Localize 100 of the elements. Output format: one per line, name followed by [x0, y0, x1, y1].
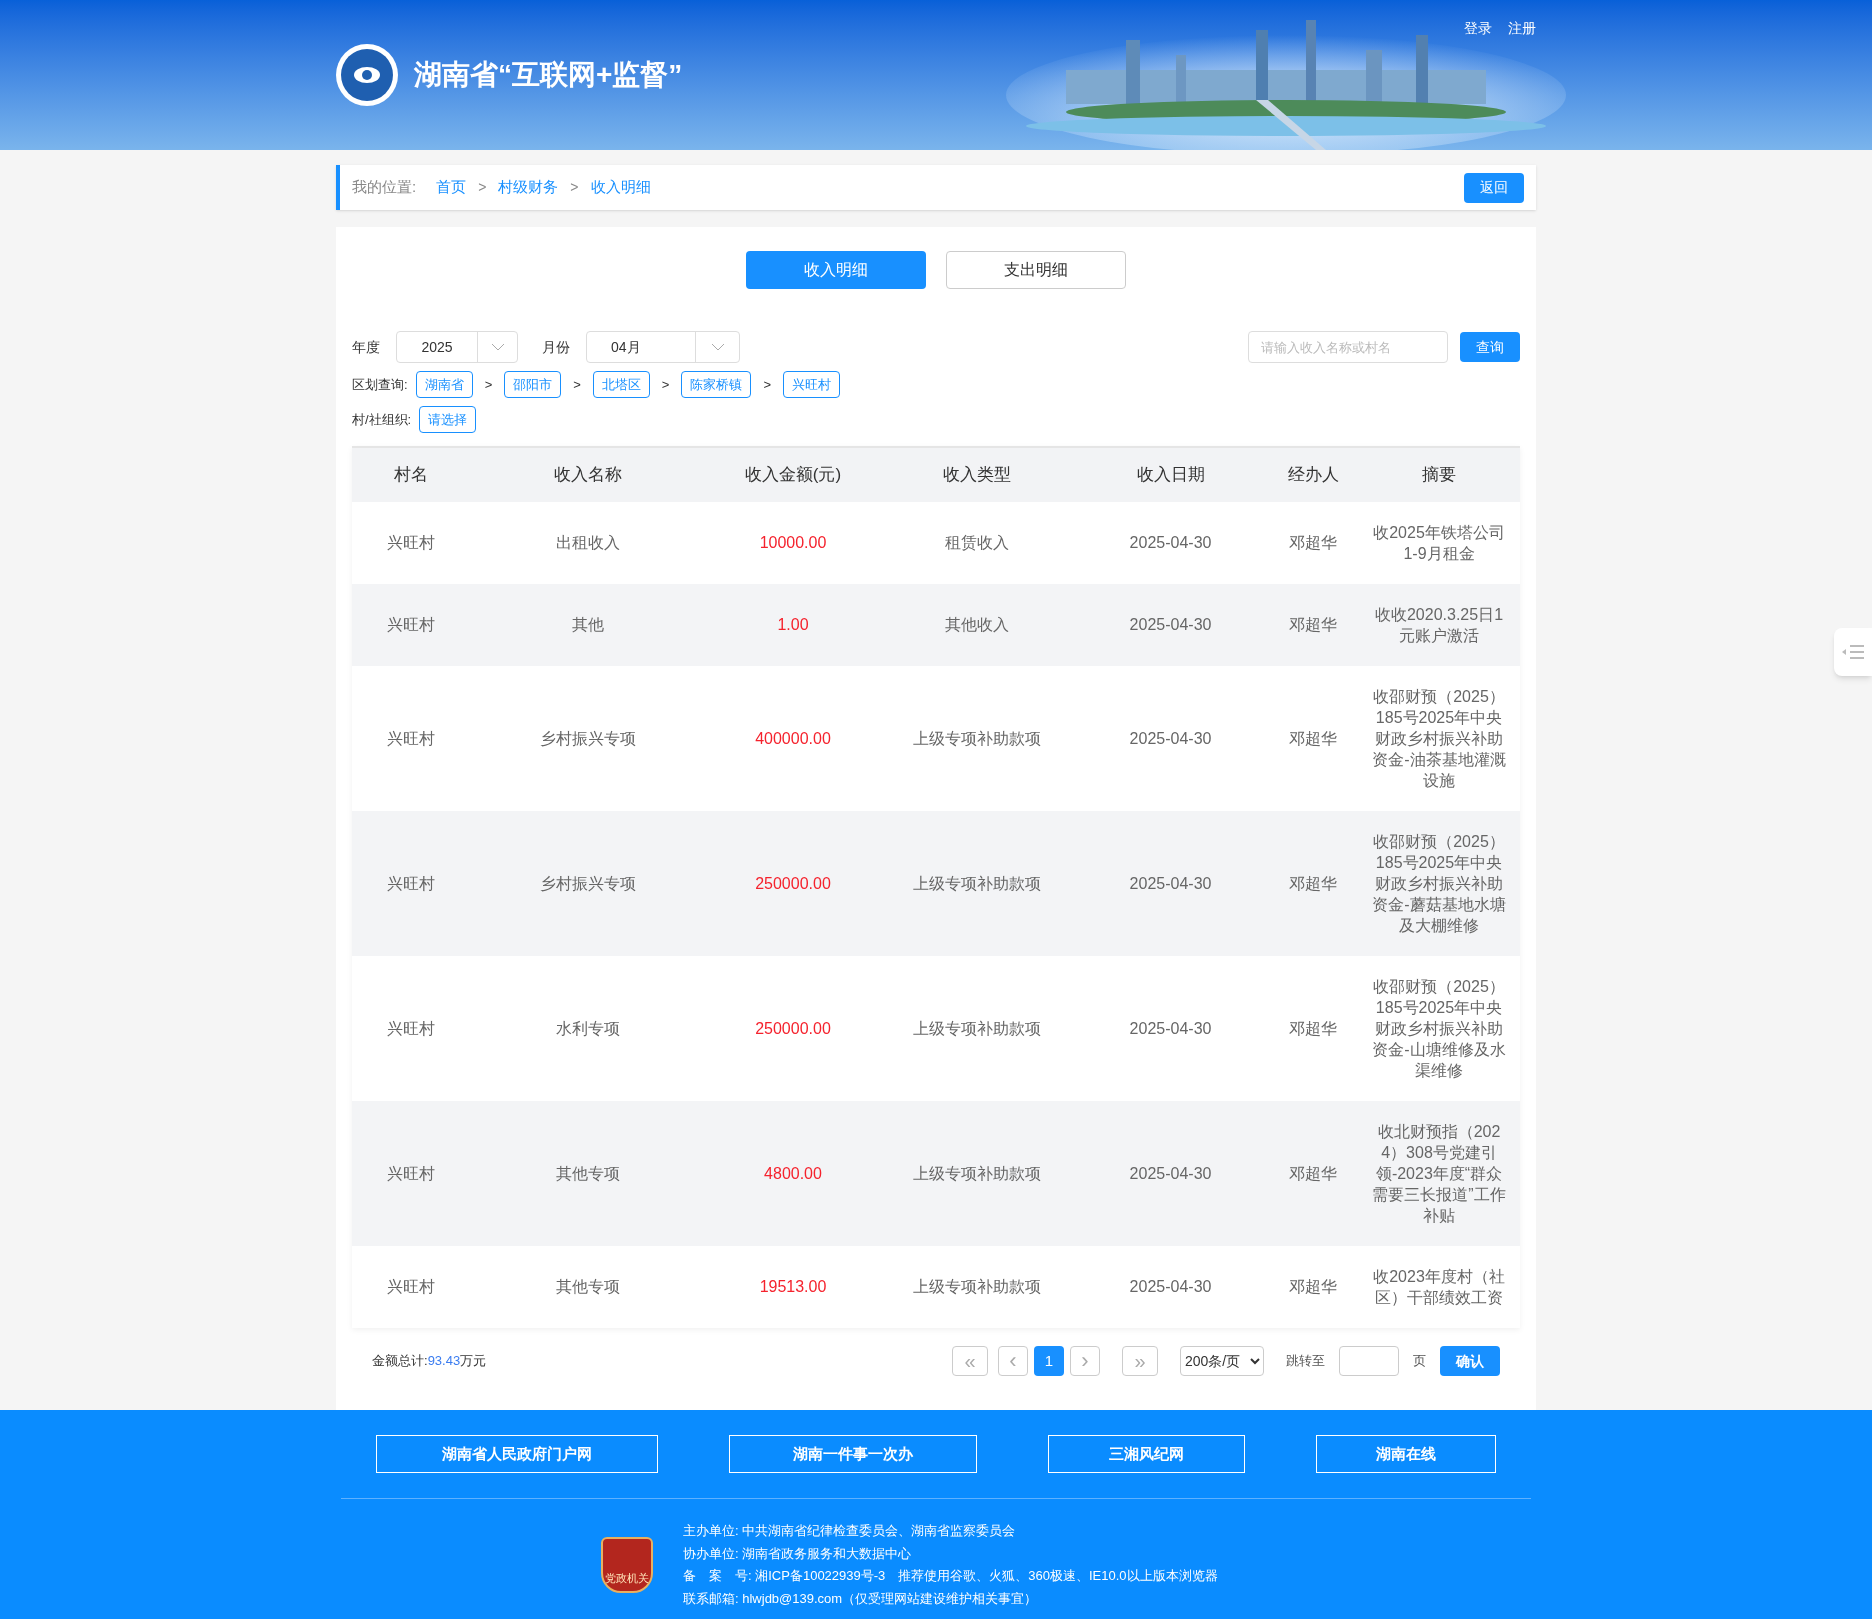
region-separator: > [484, 375, 493, 394]
table-cell-text: 收北财预指（2024）308号党建引领-2023年度“群众需要三长报道”工作补贴 [1371, 1122, 1507, 1226]
next-page-button[interactable]: › [1070, 1346, 1100, 1376]
table-cell-text: 4800.00 [763, 1163, 823, 1184]
breadcrumb-link[interactable]: 村级财务 [498, 176, 559, 199]
confirm-button[interactable]: 确认 [1440, 1346, 1500, 1376]
footer-info-line: 联系邮箱: hlwjdb@139.com（仅受理网站建设维护相关事宜） [683, 1589, 1039, 1608]
table-cell-text: 收邵财预（2025）185号2025年中央财政乡村振兴补助资金-蘑菇基地水塘及大棚维修 [1371, 832, 1507, 936]
chevron-down-icon [710, 343, 725, 351]
footer-link[interactable]: 三湘风纪网 [1047, 1435, 1245, 1473]
party-badge: 党政机关 [601, 1536, 653, 1593]
breadcrumb-link[interactable]: 首页 [436, 176, 467, 199]
region-separator: > [573, 375, 581, 394]
table-cell-text: 上级专项补助款项 [912, 1163, 1042, 1184]
breadcrumb-link[interactable]: 收入明细 [590, 176, 651, 199]
first-page-button[interactable]: « [952, 1346, 988, 1376]
menu-collapse-icon [1842, 644, 1864, 660]
table-cell-text: 上级专项补助款项 [912, 1018, 1042, 1039]
breadcrumb-separator: > [478, 178, 487, 197]
table-cell-text: 2025-04-30 [1128, 615, 1213, 635]
table-cell-text: 兴旺村 [386, 1163, 436, 1184]
month-select[interactable]: 04月 [586, 331, 740, 363]
table-cell-text: 2025-04-30 [1128, 1277, 1213, 1297]
table-cell-text: 2025-04-30 [1128, 1018, 1213, 1039]
org-label: 村/社组织: [352, 410, 412, 429]
back-button[interactable]: 返回 [1464, 172, 1524, 203]
tab[interactable]: 支出明细 [946, 251, 1126, 289]
footer-info-line: 主办单位: 中共湖南省纪律检查委员会、湖南省监察委员会 [683, 1522, 1017, 1540]
region-label: 区划查询: [352, 375, 408, 394]
page-unit: 页 [1413, 1352, 1426, 1371]
table-cell-text: 水利专项 [554, 1018, 621, 1039]
table-cell-text: 2025-04-30 [1128, 1163, 1213, 1184]
last-page-button[interactable]: » [1122, 1346, 1158, 1376]
page-button[interactable]: 1 [1034, 1346, 1064, 1376]
table-cell-text: 邓超华 [1288, 1277, 1338, 1297]
column-header: 收入名称 [552, 464, 623, 487]
table-cell-text: 邓超华 [1288, 1163, 1338, 1184]
table-cell-text: 10000.00 [758, 533, 828, 553]
table-cell-text: 1.00 [776, 615, 810, 635]
table-cell-text: 兴旺村 [386, 728, 436, 749]
column-header: 经办人 [1286, 464, 1340, 487]
table-cell-text: 邓超华 [1288, 873, 1338, 894]
region-tag[interactable]: 邵阳市 [504, 371, 562, 398]
tab[interactable]: 收入明细 [746, 251, 926, 289]
table-cell-text: 其他专项 [554, 1163, 621, 1184]
table-cell-text: 收2025年铁塔公司1-9月租金 [1372, 523, 1506, 564]
year-label: 年度 [352, 337, 380, 357]
table-cell-text: 其他收入 [944, 615, 1010, 635]
table-cell-text: 收邵财预（2025）185号2025年中央财政乡村振兴补助资金-山塘维修及水渠维修 [1371, 977, 1507, 1081]
column-header: 收入类型 [942, 464, 1012, 487]
table-cell-text: 邓超华 [1288, 533, 1338, 553]
table-cell-text: 乡村振兴专项 [538, 873, 637, 894]
month-label: 月份 [542, 337, 570, 357]
table-cell-text: 兴旺村 [386, 533, 436, 553]
table-cell-text: 邓超华 [1288, 728, 1338, 749]
footer-info-line: 备 案 号: 湘ICP备10022939号-3 推荐使用谷歌、火狐、360极速、IE10.0以上版本浏览器 [683, 1567, 1218, 1585]
table-cell-text: 兴旺村 [386, 873, 436, 894]
table-cell-text: 2025-04-30 [1128, 728, 1213, 749]
column-header: 摘要 [1421, 464, 1457, 487]
table-cell-text: 收收2020.3.25日1元账户激活 [1373, 605, 1505, 646]
table-cell-text: 收2023年度村（社区）干部绩效工资 [1372, 1267, 1506, 1308]
region-tag[interactable]: 陈家桥镇 [681, 371, 752, 398]
search-field[interactable]: 请输入收入名称或村名 [1248, 331, 1448, 363]
header-link[interactable]: 登录 [1464, 18, 1492, 39]
footer-link[interactable]: 湖南省人民政府门户网 [376, 1435, 659, 1473]
region-tag[interactable]: 湖南省 [415, 371, 473, 398]
table-cell-text: 2025-04-30 [1128, 873, 1213, 894]
total-amount: 金额总计:93.43万元 [372, 1352, 487, 1371]
region-separator: > [661, 375, 670, 394]
page-input[interactable] [1339, 1346, 1399, 1376]
jump-label: 跳转至 [1286, 1352, 1325, 1371]
side-menu-button[interactable] [1834, 628, 1872, 676]
query-button[interactable]: 查询 [1460, 332, 1520, 362]
chevron-down-icon [490, 343, 505, 351]
column-header: 收入日期 [1135, 464, 1206, 487]
org-select[interactable]: 请选择 [419, 406, 477, 433]
table-cell-text: 上级专项补助款项 [912, 873, 1042, 894]
table-cell-text: 其他 [570, 615, 605, 635]
table-cell-text: 收邵财预（2025）185号2025年中央财政乡村振兴补助资金-油茶基地灌溉设施 [1371, 687, 1507, 791]
page-size-select[interactable]: 200条/页 [1180, 1346, 1264, 1376]
table-cell-text: 邓超华 [1288, 1018, 1338, 1039]
table-cell-text: 兴旺村 [386, 615, 436, 635]
table-cell-text: 上级专项补助款项 [912, 1277, 1042, 1297]
table-cell-text: 250000.00 [754, 1018, 832, 1039]
table-cell-text: 邓超华 [1288, 615, 1338, 635]
footer-link[interactable]: 湖南一件事一次办 [729, 1435, 978, 1473]
header-link[interactable]: 注册 [1508, 18, 1536, 39]
previous-page-button[interactable]: ‹ [998, 1346, 1028, 1376]
region-tag[interactable]: 北塔区 [592, 371, 650, 398]
site-title: 湖南省“互联网+监督” [414, 58, 683, 92]
footer-link[interactable]: 湖南在线 [1315, 1435, 1496, 1473]
table-cell-text: 兴旺村 [386, 1018, 436, 1039]
table-cell-text: 乡村振兴专项 [538, 728, 637, 749]
region-separator: > [763, 375, 771, 394]
year-select[interactable]: 2025 [396, 331, 518, 363]
footer-info-line: 协办单位: 湖南省政务服务和大数据中心 [683, 1544, 913, 1563]
breadcrumb-label: 我的位置: [352, 177, 417, 198]
column-header: 村名 [393, 464, 429, 487]
table-cell-text: 租赁收入 [944, 533, 1010, 553]
region-tag[interactable]: 兴旺村 [783, 371, 840, 398]
